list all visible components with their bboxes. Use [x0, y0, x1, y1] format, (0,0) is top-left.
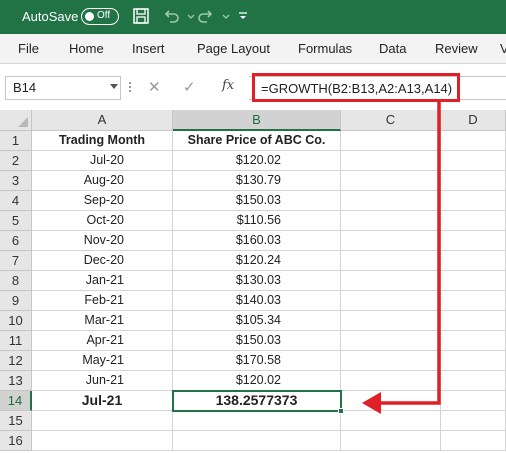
- annotation-arrow: [362, 102, 441, 414]
- arrow-head: [362, 392, 381, 414]
- arrow-line: [378, 102, 441, 405]
